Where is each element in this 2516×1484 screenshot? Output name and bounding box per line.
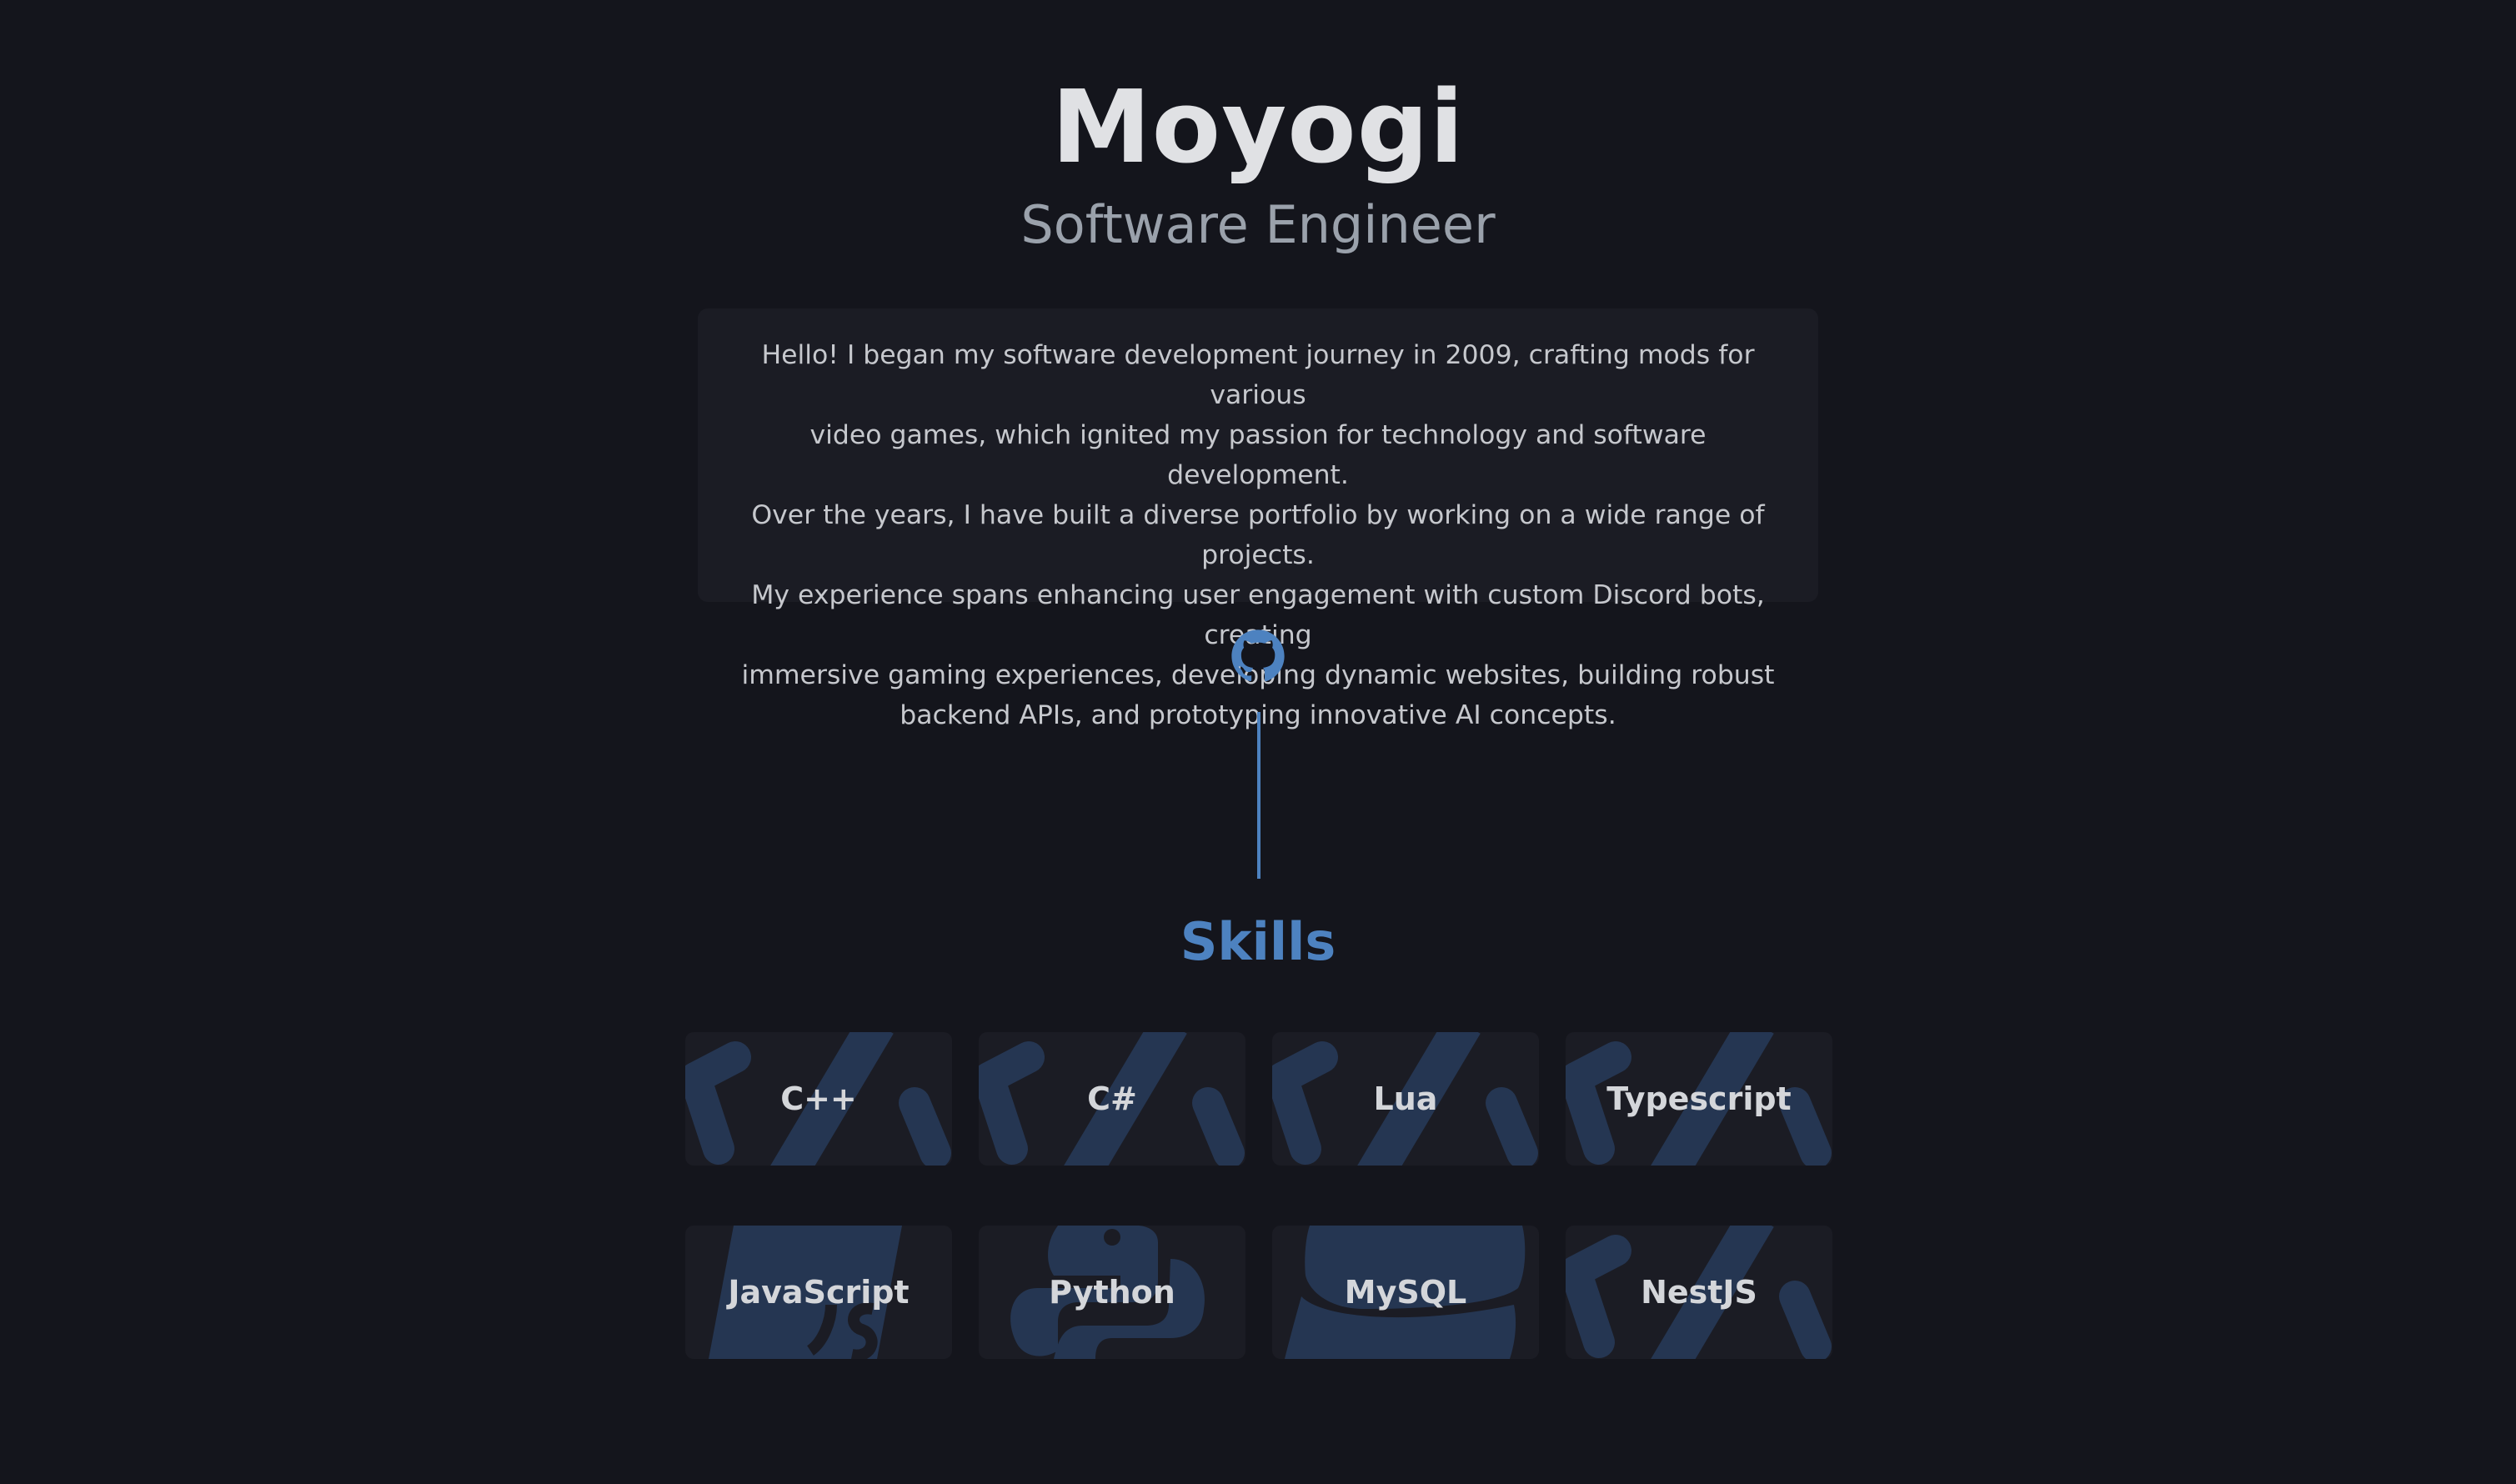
bio-line: video games, which ignited my passion fo… [809,420,1707,490]
skill-label: JavaScript [728,1274,910,1311]
skill-label: C++ [780,1080,857,1117]
github-icon [1231,629,1285,682]
skill-card-typescript: Typescript [1566,1032,1832,1166]
skill-card-lua: Lua [1272,1032,1539,1166]
section-divider [1257,712,1261,879]
skill-card-javascript: JavaScript [685,1226,952,1359]
skills-heading: Skills [1180,911,1336,972]
skill-label: Typescript [1606,1080,1792,1117]
skill-label: MySQL [1344,1274,1467,1311]
skill-card-mysql: MySQL [1272,1226,1539,1359]
skill-label: Lua [1373,1080,1438,1117]
skill-card-cpp: C++ [685,1032,952,1166]
bio-line: Over the years, I have built a diverse p… [751,500,1765,570]
page-title: Moyogi [1051,70,1465,186]
github-link[interactable] [1230,629,1286,684]
skill-label: C# [1087,1080,1137,1117]
portfolio-page: Moyogi Software Engineer Hello! I began … [0,0,2516,1484]
skill-card-csharp: C# [979,1032,1245,1166]
skill-label: Python [1049,1274,1175,1311]
skill-card-nestjs: NestJS [1566,1226,1832,1359]
page-subtitle: Software Engineer [1020,194,1496,255]
skill-card-python: Python [979,1226,1245,1359]
bio-line: Hello! I began my software development j… [761,340,1755,410]
bio-card: Hello! I began my software development j… [698,308,1818,730]
skill-label: NestJS [1641,1274,1757,1311]
